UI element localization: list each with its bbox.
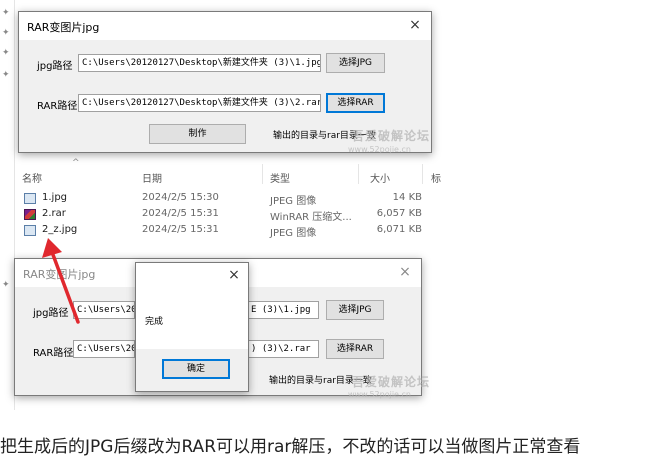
select-jpg-button[interactable]: 选择JPG (326, 300, 384, 320)
watermark-url: www.52pojie.cn (348, 145, 411, 154)
column-divider[interactable] (358, 164, 359, 184)
pin-icon[interactable]: ✦ (2, 280, 10, 290)
select-jpg-button[interactable]: 选择JPG (326, 53, 385, 73)
dialog-title: RAR变图片jpg (27, 21, 100, 34)
watermark-text: 吾爱破解论坛 (352, 375, 431, 389)
file-type: JPEG 图像 (270, 228, 317, 239)
pin-icon[interactable]: ✦ (2, 70, 10, 80)
file-name: 1.jpg (42, 192, 68, 203)
jpeg-file-icon (24, 225, 36, 236)
jpg-path-field[interactable]: C:\Users\20120127\Desktop\新建文件夹 (3)\1.jp… (78, 54, 321, 72)
ok-button[interactable]: 确定 (162, 359, 230, 379)
rar-path-field-left[interactable]: C:\Users\2012 (73, 340, 135, 358)
column-header-tags[interactable]: 标 (431, 170, 441, 185)
rar-path-field[interactable]: C:\Users\20120127\Desktop\新建文件夹 (3)\2.ra… (78, 94, 321, 112)
jpg-path-field-right[interactable]: E (3)\1.jpg (247, 301, 319, 319)
file-name: 2.rar (42, 208, 66, 219)
file-row[interactable]: 2.rar 2024/2/5 15:31 WinRAR 压缩文... 6,057… (18, 208, 428, 223)
rar-path-field-right[interactable]: ) (3)\2.rar (247, 340, 319, 358)
file-size: 14 KB (392, 192, 422, 203)
watermark-url: www.52pojie.cn (348, 390, 411, 399)
watermark-text: 吾爱破解论坛 (352, 129, 431, 143)
select-rar-button[interactable]: 选择RAR (326, 93, 385, 113)
pin-icon[interactable]: ✦ (2, 48, 10, 58)
column-header-name[interactable]: 名称 (22, 170, 42, 185)
pin-icon[interactable]: ✦ (2, 8, 10, 18)
file-row[interactable]: 2_z.jpg 2024/2/5 15:31 JPEG 图像 6,071 KB (18, 224, 428, 239)
message-text: 完成 (145, 317, 164, 327)
column-divider[interactable] (262, 164, 263, 184)
file-date: 2024/2/5 15:31 (142, 208, 219, 219)
close-icon[interactable]: × (407, 17, 423, 33)
column-header-date[interactable]: 日期 (142, 170, 162, 185)
column-header-type[interactable]: 类型 (270, 170, 290, 185)
caption-text: 把生成后的JPG后缀改为RAR可以用rar解压，不改的话可以当做图片正常查看 (0, 437, 581, 457)
file-name: 2_z.jpg (42, 224, 78, 235)
rar-path-label: RAR路径 (37, 101, 78, 112)
red-arrow-annotation (42, 238, 80, 324)
jpeg-file-icon (24, 193, 36, 204)
file-type: JPEG 图像 (270, 196, 317, 207)
file-date: 2024/2/5 15:31 (142, 224, 219, 235)
rar-path-label: RAR路径 (33, 348, 74, 359)
file-size: 6,071 KB (376, 224, 422, 235)
column-header-size[interactable]: 大小 (370, 170, 390, 185)
file-type: WinRAR 压缩文... (270, 212, 352, 223)
file-row[interactable]: 1.jpg 2024/2/5 15:30 JPEG 图像 14 KB (18, 192, 428, 207)
title-bar: RAR变图片jpg × (19, 12, 431, 40)
close-icon[interactable]: × (397, 264, 413, 280)
select-rar-button[interactable]: 选择RAR (326, 339, 384, 359)
make-button[interactable]: 制作 (149, 124, 246, 144)
jpg-path-label: jpg路径 (37, 61, 73, 72)
file-size: 6,057 KB (376, 208, 422, 219)
explorer-navigation-strip: ✦ ✦ ✦ ✦ ✦ (0, 0, 15, 410)
pin-icon[interactable]: ✦ (2, 28, 10, 38)
file-date: 2024/2/5 15:30 (142, 192, 219, 203)
winrar-file-icon (24, 209, 36, 220)
completion-message-box: × 完成 确定 (135, 262, 249, 392)
close-icon[interactable]: × (226, 267, 242, 283)
file-list: ^ 名称 日期 类型 大小 标 1.jpg 2024/2/5 15:30 JPE… (18, 158, 448, 250)
column-divider[interactable] (422, 164, 423, 184)
sort-ascending-icon[interactable]: ^ (72, 158, 80, 168)
